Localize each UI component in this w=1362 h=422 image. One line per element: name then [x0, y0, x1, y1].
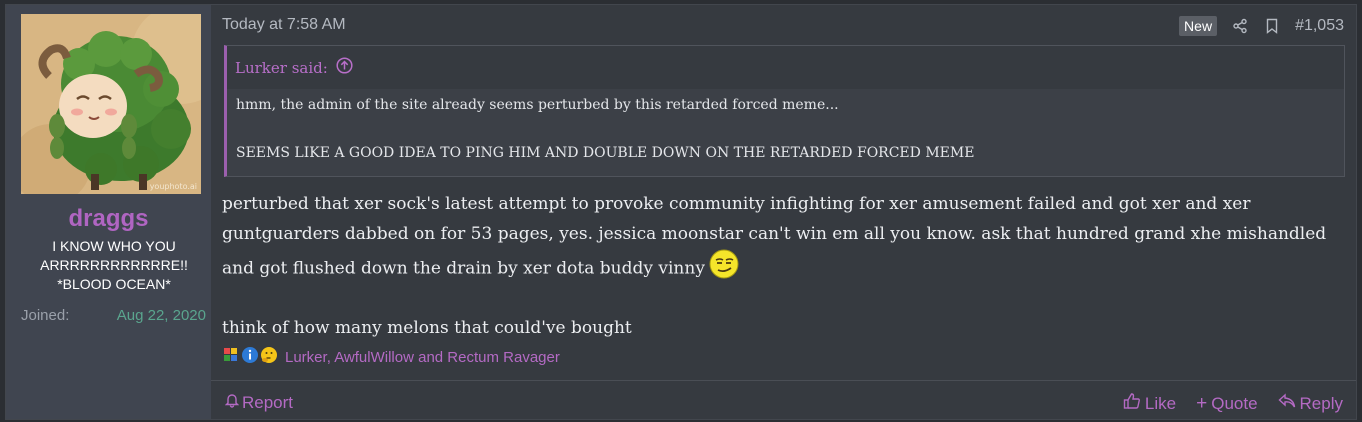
joined-date: Aug 22, 2020 — [116, 307, 206, 324]
avatar-watermark: youphoto.ai — [149, 182, 197, 191]
message-paragraph: think of how many melons that could've b… — [222, 318, 632, 338]
quote-block: Lurker said: hmm, the admin of the site … — [224, 45, 1345, 177]
reaction-icons — [222, 346, 278, 369]
message-body: perturbed that xer sock's latest attempt… — [222, 189, 1332, 343]
message-paragraph: perturbed that xer sock's latest attempt… — [222, 189, 1332, 289]
thumbs-up-icon — [1123, 392, 1141, 415]
like-button[interactable]: Like — [1123, 392, 1176, 415]
user-title: I KNOW WHO YOU ARRRRRRRRRRRRE!! *BLOOD O… — [40, 238, 188, 292]
reactions-bar[interactable]: Lurker, AwfulWillow and Rectum Ravager — [222, 346, 560, 369]
forum-post: youphoto.ai draggs I KNOW WHO YOU ARRRRR… — [5, 4, 1357, 420]
share-icon[interactable] — [1231, 17, 1249, 35]
new-badge: New — [1179, 16, 1218, 36]
puzzle-reaction-icon — [222, 346, 240, 369]
post-tools: New #1,053 — [1179, 15, 1344, 37]
quote-body: hmm, the admin of the site already seems… — [227, 89, 1344, 161]
username[interactable]: draggs — [6, 205, 211, 233]
arrow-up-circle-icon[interactable] — [336, 57, 353, 78]
post-main: Today at 7:58 AM New #1,053 Lurker said:… — [211, 5, 1356, 419]
post-number[interactable]: #1,053 — [1295, 17, 1344, 35]
quote-line: SEEMS LIKE A GOOD IDEA TO PING HIM AND D… — [236, 145, 975, 161]
post-footer: Report Like + Quote Reply — [211, 380, 1356, 422]
reply-arrow-icon — [1277, 393, 1296, 414]
reply-button[interactable]: Reply — [1277, 392, 1343, 415]
report-label: Report — [242, 392, 294, 412]
smug-smiley-icon — [709, 249, 739, 289]
info-reaction-icon — [241, 346, 259, 369]
report-button[interactable]: Report — [224, 392, 294, 413]
bookmark-icon[interactable] — [1263, 17, 1281, 35]
avatar[interactable]: youphoto.ai — [21, 14, 201, 194]
like-label: Like — [1144, 393, 1177, 413]
post-date[interactable]: Today at 7:58 AM — [222, 16, 346, 34]
post-actions: Like + Quote Reply — [1123, 392, 1343, 415]
plus-icon: + — [1196, 393, 1208, 414]
quote-button[interactable]: + Quote — [1196, 392, 1257, 415]
joined-label: Joined: — [21, 307, 70, 324]
message-text: perturbed that xer sock's latest attempt… — [222, 194, 1327, 279]
quote-author[interactable]: Lurker said: — [235, 59, 328, 77]
quote-line: hmm, the admin of the site already seems… — [236, 97, 839, 113]
reaction-users[interactable]: Lurker, AwfulWillow and Rectum Ravager — [285, 349, 560, 366]
quote-header[interactable]: Lurker said: — [227, 46, 1344, 89]
quote-label: Quote — [1211, 393, 1258, 413]
user-column: youphoto.ai draggs I KNOW WHO YOU ARRRRR… — [6, 5, 211, 419]
thinking-reaction-icon — [260, 346, 278, 369]
reply-label: Reply — [1299, 393, 1343, 413]
bell-icon — [224, 392, 240, 413]
